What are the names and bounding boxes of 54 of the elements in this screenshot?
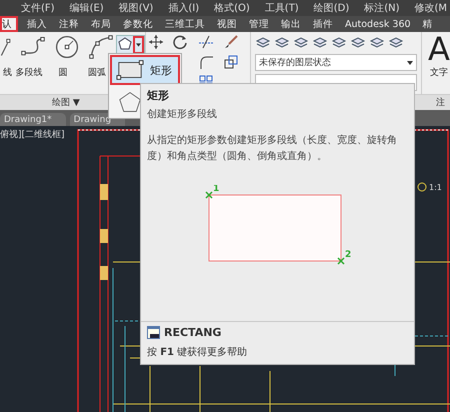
point-label: 2 <box>345 250 351 260</box>
document-tab[interactable]: Drawing1* <box>0 113 66 126</box>
trim-icon[interactable] <box>198 34 214 50</box>
ribbon-tab[interactable]: 输出 <box>278 16 304 32</box>
arc-icon <box>88 34 114 60</box>
fillet-icon[interactable] <box>198 54 214 70</box>
ribbon-tab[interactable]: 注释 <box>56 16 82 32</box>
point-marker <box>337 257 345 265</box>
scale-label: 1:1 <box>429 183 442 192</box>
menu-item[interactable]: 绘图(D) <box>314 1 350 15</box>
menu-item[interactable]: 修改(M <box>414 1 448 15</box>
ribbon-tab[interactable]: 精 <box>420 16 436 32</box>
text-tool-glyph[interactable]: A <box>428 32 450 66</box>
rotate-icon[interactable] <box>173 34 189 50</box>
tool-label[interactable]: 线 <box>3 66 12 79</box>
move-icon[interactable] <box>148 34 164 50</box>
menu-item[interactable]: 编辑(E) <box>70 1 104 15</box>
ribbon-tab[interactable]: 插入 <box>24 16 50 32</box>
panel-title: 注 <box>436 96 445 109</box>
ribbon-tab[interactable]: 布局 <box>88 16 114 32</box>
ribbon-tab[interactable]: 参数化 <box>120 16 156 32</box>
tooltip-description: 从指定的矩形参数创建矩形多段线（长度、宽度、旋转角度）和角点类型（圆角、倒角或直角）。 <box>146 134 398 164</box>
scale-icon[interactable] <box>223 54 239 70</box>
brush-icon[interactable] <box>223 34 239 50</box>
panel-title[interactable]: 绘图 ▼ <box>52 96 80 109</box>
viewport-label[interactable]: 俯视][二维线框] <box>0 128 65 141</box>
ribbon-tab[interactable]: 认 <box>0 16 18 32</box>
layer-state-dropdown[interactable]: 未保存的图层状态 <box>255 54 417 71</box>
ribbon-tab[interactable]: Autodesk 360 <box>342 16 414 32</box>
ribbon-tab[interactable]: 管理 <box>246 16 272 32</box>
command-icon <box>147 326 160 340</box>
tool-label[interactable]: 圆弧 <box>88 66 106 79</box>
rectangle-icon <box>116 59 144 81</box>
menu-item[interactable]: 工具(T) <box>264 1 299 15</box>
tool-label[interactable]: 文字 <box>430 66 448 79</box>
polygon-button[interactable] <box>116 35 145 55</box>
tool-label[interactable]: 多段线 <box>16 66 42 79</box>
caret-icon <box>407 60 413 64</box>
tooltip-title: 矩形 <box>146 88 170 103</box>
ribbon-tab[interactable]: 视图 <box>214 16 240 32</box>
menu-item[interactable]: 格式(O) <box>214 1 250 15</box>
command-name: RECTANG <box>164 326 222 340</box>
tooltip-subtitle: 创建矩形多段线 <box>146 108 218 121</box>
menu-item[interactable]: 文件(F) <box>21 1 55 15</box>
ribbon-tab[interactable]: 插件 <box>310 16 336 32</box>
tool-label[interactable]: 圆 <box>58 66 68 79</box>
help-hint: 按 F1 键获得更多帮助 <box>147 346 248 360</box>
menu-item[interactable]: 标注(N) <box>364 1 400 15</box>
menu-item[interactable]: 视图(V) <box>118 1 154 15</box>
ribbon-tab[interactable]: 三维工具 <box>162 16 208 32</box>
menu-item[interactable]: 插入(I) <box>168 1 200 15</box>
line-icon <box>0 37 12 57</box>
point-marker <box>205 191 213 199</box>
menu-item[interactable]: 矩形 <box>110 55 180 85</box>
